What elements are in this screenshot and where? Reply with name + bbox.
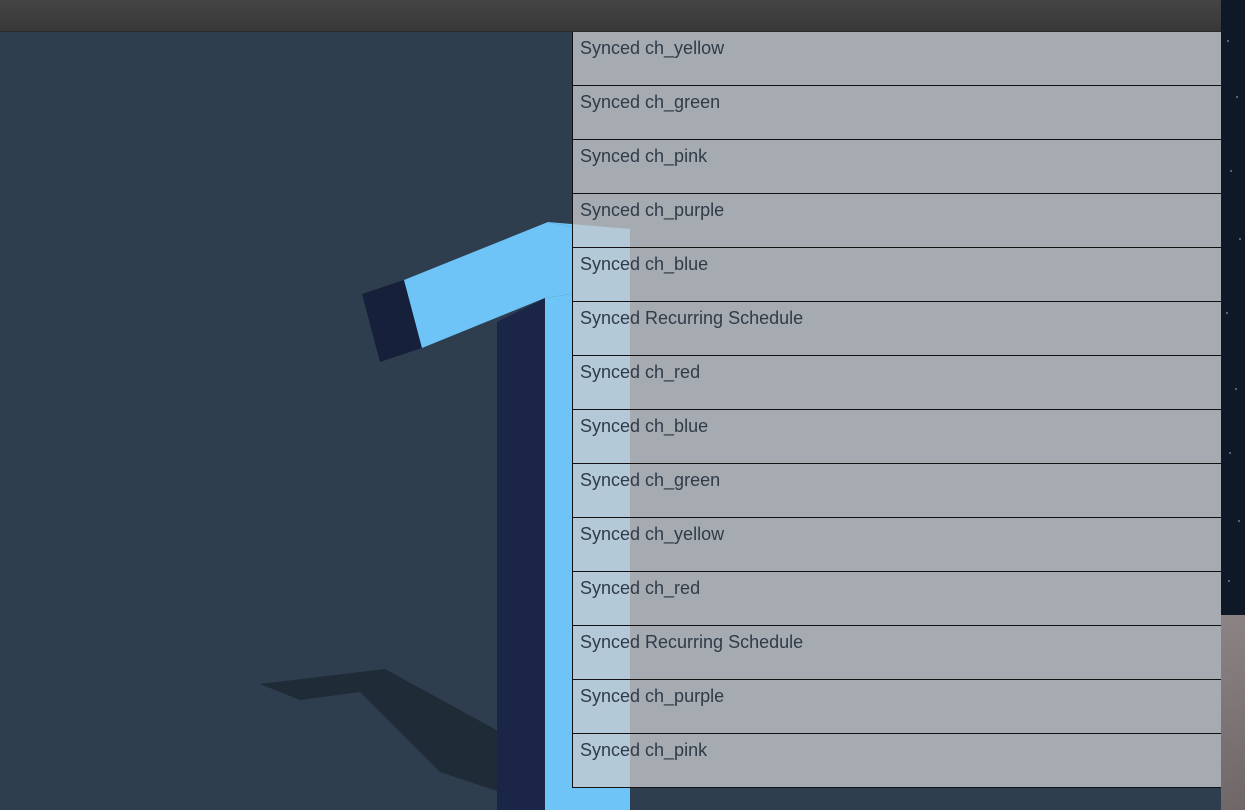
sync-log-list[interactable]: Synced ch_yellow Synced ch_green Synced …: [572, 32, 1223, 788]
list-item-label: Synced ch_purple: [580, 200, 725, 220]
app-window: Synced ch_yellow Synced ch_green Synced …: [0, 0, 1245, 810]
rock-terrain: [1221, 615, 1245, 810]
list-item[interactable]: Synced ch_yellow: [573, 518, 1222, 572]
star-dot: [1236, 96, 1238, 98]
numeral-stem-face: [545, 294, 572, 810]
list-item[interactable]: Synced ch_blue: [573, 410, 1222, 464]
list-item[interactable]: Synced ch_yellow: [573, 32, 1222, 86]
list-item-label: Synced ch_green: [580, 92, 721, 112]
list-item-label: Synced Recurring Schedule: [580, 308, 804, 328]
list-item[interactable]: Synced ch_blue: [573, 248, 1222, 302]
list-item-label: Synced ch_red: [580, 578, 701, 598]
list-item-label: Synced Recurring Schedule: [580, 632, 804, 652]
list-item-label: Synced ch_blue: [580, 254, 709, 274]
star-dot: [1227, 40, 1229, 42]
window-titlebar[interactable]: [0, 0, 1221, 32]
list-item[interactable]: Synced ch_pink: [573, 140, 1222, 194]
star-dot: [1235, 388, 1237, 390]
list-item[interactable]: Synced ch_green: [573, 464, 1222, 518]
list-item[interactable]: Synced ch_pink: [573, 734, 1222, 788]
list-item-label: Synced ch_blue: [580, 416, 709, 436]
list-item[interactable]: Synced Recurring Schedule: [573, 302, 1222, 356]
list-item-label: Synced ch_green: [580, 470, 721, 490]
list-item-label: Synced ch_purple: [580, 686, 725, 706]
list-item-label: Synced ch_red: [580, 362, 701, 382]
star-dot: [1229, 452, 1231, 454]
list-item-label: Synced ch_pink: [580, 740, 708, 760]
list-item-label: Synced ch_yellow: [580, 38, 725, 58]
star-dot: [1228, 580, 1230, 582]
list-item[interactable]: Synced ch_red: [573, 356, 1222, 410]
list-item-label: Synced ch_pink: [580, 146, 708, 166]
list-item[interactable]: Synced ch_purple: [573, 194, 1222, 248]
star-dot: [1239, 238, 1241, 240]
list-item[interactable]: Synced Recurring Schedule: [573, 626, 1222, 680]
star-dot: [1238, 520, 1240, 522]
numeral-shadow: [260, 669, 500, 792]
list-item[interactable]: Synced ch_green: [573, 86, 1222, 140]
list-item[interactable]: Synced ch_purple: [573, 680, 1222, 734]
background-strip: [1221, 0, 1245, 810]
numeral-stem-side: [497, 298, 545, 810]
list-item-label: Synced ch_yellow: [580, 524, 725, 544]
star-dot: [1226, 312, 1228, 314]
list-item[interactable]: Synced ch_red: [573, 572, 1222, 626]
star-dot: [1230, 170, 1232, 172]
